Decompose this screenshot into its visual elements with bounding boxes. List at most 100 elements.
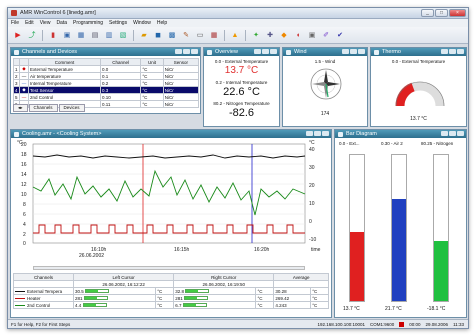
channels-window-header: Channels and Devices xyxy=(11,48,200,56)
window-title: AMR WinControl 6 [linedg.amr] xyxy=(20,10,96,16)
thermo-value: 13.7 °C xyxy=(410,116,427,122)
table-icon[interactable]: ▦ xyxy=(75,29,87,41)
minimize-button[interactable]: _ xyxy=(421,9,434,17)
wind-max-button[interactable] xyxy=(350,49,357,54)
table-row[interactable]: 5 — 2nd Control 0.10 °C NiCr xyxy=(13,93,200,101)
status-time: 00:00 xyxy=(409,321,421,327)
menu-programming[interactable]: Programming xyxy=(73,20,103,26)
wind-close-button[interactable] xyxy=(358,49,365,54)
main-window: AMR WinControl 6 [linedg.amr] _ □ × File… xyxy=(7,7,469,329)
table-row-selected[interactable]: 4 ◆ Test Sensor 0.3 °C NiCr xyxy=(13,86,200,94)
cooling-close-button[interactable] xyxy=(322,131,329,136)
trend-chart[interactable]: °C °C 20 18 16 14 12 10 8 6 4 2 0 40 30 … xyxy=(11,139,331,265)
thermo-min-button[interactable] xyxy=(441,49,448,54)
folder-icon[interactable]: ◆ xyxy=(278,29,290,41)
table-row[interactable]: 2 — Air temperature 0.1 °C NiCr xyxy=(13,72,200,80)
table-row[interactable]: 3 — Internal Temperature 0.2 °C NiCr xyxy=(13,79,200,87)
network-icon[interactable]: ✦ xyxy=(250,29,262,41)
window-icon[interactable]: ▧ xyxy=(117,29,129,41)
table-row[interactable]: Heater 281 °C 281 °C 269.42 °C xyxy=(13,294,329,302)
print-icon[interactable]: ▩ xyxy=(166,29,178,41)
close-button[interactable]: × xyxy=(449,9,466,17)
wind-label: 1.5 - Wind xyxy=(314,59,336,64)
maximize-button[interactable]: □ xyxy=(435,9,448,17)
line-icon: — xyxy=(19,72,29,80)
save-icon[interactable]: ◼ xyxy=(152,29,164,41)
y-tick: 8 xyxy=(23,202,26,208)
thermo-close-button[interactable] xyxy=(457,49,464,54)
channels-window: Channels and Devices Comment Channel Uni… xyxy=(10,47,201,114)
menu-data[interactable]: Data xyxy=(56,20,67,26)
bar-diagram-title: Bar Diagram xyxy=(346,131,377,137)
line-icon: — xyxy=(19,93,29,101)
horizontal-scrollbar[interactable] xyxy=(33,266,305,270)
menu-window[interactable]: Window xyxy=(133,20,151,26)
overview-value-1: 13.7 °C xyxy=(224,65,259,76)
bar-label: 80.25 - Nitrogen xyxy=(421,141,454,146)
channels-title: Channels and Devices xyxy=(22,49,78,55)
y-unit-right: °C xyxy=(309,140,315,146)
edit-icon[interactable]: ✎ xyxy=(180,29,192,41)
red-diamond-icon: ◆ xyxy=(19,65,29,73)
table-row[interactable]: 2nd Control 4.4 °C 6.7 °C 4.243 °C xyxy=(13,301,329,309)
toolbar: ▶ ⤴ ▮ ▣ ▦ ▤ ▥ ▧ ▰ ◼ ▩ ✎ ▭ ▦ ▲ ✦ ✚ ◆ ◖ ▣ … xyxy=(8,27,468,44)
check-icon[interactable]: ✔ xyxy=(334,29,346,41)
overview-close-button[interactable] xyxy=(270,49,277,54)
calc-icon[interactable]: ▦ xyxy=(208,29,220,41)
record-icon[interactable]: ▶ xyxy=(12,29,24,41)
overview-min-button[interactable] xyxy=(254,49,261,54)
cooling-max-button[interactable] xyxy=(314,131,321,136)
channels-close-button[interactable] xyxy=(191,49,198,54)
menu-file[interactable]: File xyxy=(11,20,19,26)
bar-diagram-window: Bar Diagram 0.0 - Ext... 0.30 - Air 2 80… xyxy=(334,129,467,318)
wind-value: 174 xyxy=(320,111,330,117)
bar-label: 0.30 - Air 2 xyxy=(381,141,403,146)
r-tick: 20 xyxy=(309,183,315,189)
tab-devices[interactable]: Devices xyxy=(58,104,85,112)
bar-value: -18.1 °C xyxy=(427,306,446,312)
channels-max-button[interactable] xyxy=(183,49,190,54)
nav-arrows-icon[interactable]: ◂▸ xyxy=(13,104,28,112)
channels-min-button[interactable] xyxy=(175,49,182,54)
bar-close-button[interactable] xyxy=(457,131,464,136)
grid-icon[interactable]: ▤ xyxy=(89,29,101,41)
config-icon[interactable]: ✚ xyxy=(264,29,276,41)
screen-icon[interactable]: ▭ xyxy=(194,29,206,41)
bar-track xyxy=(433,154,449,302)
cooling-header: Cooling.amr - <Cooling System> xyxy=(11,130,331,138)
menu-settings[interactable]: Settings xyxy=(109,20,127,26)
menu-view[interactable]: View xyxy=(40,20,51,26)
table-row[interactable]: External Tempera 30.5 °C 32.8 °C 30.28 °… xyxy=(13,287,329,295)
display-icon[interactable]: ▥ xyxy=(103,29,115,41)
device-icon[interactable]: ▣ xyxy=(61,29,73,41)
cooling-min-button[interactable] xyxy=(306,131,313,136)
wind-min-button[interactable] xyxy=(342,49,349,54)
table-row[interactable]: 1 ◆ External Temperature 0.0 °C NiCr xyxy=(13,65,200,73)
menu-edit[interactable]: Edit xyxy=(25,20,34,26)
tab-channels[interactable]: Channels xyxy=(28,104,58,112)
open-icon[interactable]: ▰ xyxy=(138,29,150,41)
chart-icon[interactable]: ▮ xyxy=(47,29,59,41)
level-bar xyxy=(183,295,208,300)
trend-icon[interactable]: ⤴ xyxy=(26,29,38,41)
bar-max-button[interactable] xyxy=(449,131,456,136)
bar-value: 13.7 °C xyxy=(343,306,360,312)
thermo-max-button[interactable] xyxy=(449,49,456,54)
bell-icon[interactable]: ▲ xyxy=(229,29,241,41)
printer-icon[interactable]: ▣ xyxy=(306,29,318,41)
cursor-table: Channels Left Cursor Right Cursor Averag… xyxy=(13,273,329,309)
menu-help[interactable]: Help xyxy=(157,20,167,26)
thermo-window: Thermo 0.0 - External Temperature 13.7 °… xyxy=(370,47,467,127)
pen-icon[interactable]: ✐ xyxy=(320,29,332,41)
status-clock: 11:33 xyxy=(453,321,464,327)
cooling-window: Cooling.amr - <Cooling System> °C °C 20 … xyxy=(10,129,332,318)
overview-value-2: 22.6 °C xyxy=(223,86,260,98)
overview-window: Overview 0.0 - External Temperature 13.7… xyxy=(203,47,280,127)
overview-max-button[interactable] xyxy=(262,49,269,54)
magnet-icon[interactable]: ◖ xyxy=(292,29,304,41)
bar-min-button[interactable] xyxy=(441,131,448,136)
thermo-label: 0.0 - External Temperature xyxy=(391,59,446,64)
bar-track xyxy=(391,154,407,302)
menu-bar: File Edit View Data Programming Settings… xyxy=(8,19,468,27)
line-icon: — xyxy=(19,79,29,87)
